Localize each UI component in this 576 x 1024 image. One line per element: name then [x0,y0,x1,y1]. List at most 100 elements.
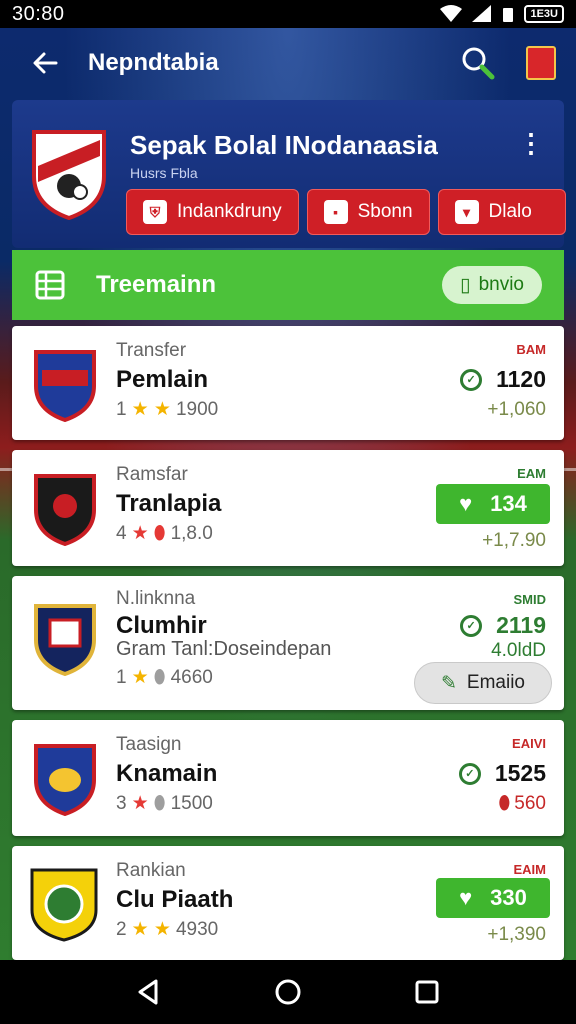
club-badge-icon[interactable] [526,46,556,80]
app-bar: Nepndtabia [0,28,576,98]
score-value: 1120 [496,366,546,392]
header-actions: ⛨ Indankdruny ▪ Sbonn ▾ Dlalo [126,189,566,235]
battery-indicator: 1E3U [524,5,564,23]
card-sub-value: 4.0ldD [491,640,546,661]
sub-value: 560 [514,793,546,814]
more-options-icon[interactable]: ⋮ [518,128,544,159]
list-item[interactable]: N.linknna Clumhir Gram Tanl:Doseindepan … [12,576,564,710]
club-logo-icon [34,474,96,546]
heart-icon: ♥ [459,885,473,910]
list-item[interactable]: Rankian Clu Piaath 2 ★ ★ 4930 EAIM ♥ 330… [12,846,564,960]
score-value: 134 [490,491,527,516]
cup-icon: ▾ [454,200,479,224]
home-nav-icon[interactable] [273,977,303,1007]
star-icon: ★ [131,523,149,544]
card-name: Pemlain [116,366,209,393]
score-pill[interactable]: ♥ 330 [436,878,550,918]
card-sub-value: ⬮ 560 [498,793,546,815]
card-name: Clu Piaath [116,886,234,913]
league-crest-icon [32,130,106,220]
card-sub-value: +1,7.90 [482,530,546,551]
star-icon: ★ ★ [131,919,171,940]
check-circle-icon: ✓ [458,762,481,785]
header-button-3[interactable]: ▾ Dlalo [437,189,566,235]
card-category: Ramsfar [116,464,188,485]
card-tag: EAIVI [512,736,546,751]
rating-count: 1 [116,666,127,688]
card-sub-value: +1,060 [487,399,546,420]
header-button-1[interactable]: ⛨ Indankdruny [126,189,299,235]
card-description: Gram Tanl:Doseindepan [116,638,332,660]
score-pill[interactable]: ♥ 134 [436,484,550,524]
card-category: Transfer [116,340,187,361]
header-button-label: Indankdruny [177,201,282,222]
card-score: ✓ 1120 [460,366,546,393]
search-icon[interactable] [458,43,498,83]
club-logo-icon [34,744,96,816]
club-logo-icon [30,868,98,942]
back-nav-icon[interactable] [134,977,164,1007]
card-category: N.linknna [116,588,196,609]
rating-value: 4660 [170,666,213,688]
rating-count: 4 [116,522,127,544]
card-name: Tranlapia [116,490,222,517]
card-sub-value: +1,390 [487,924,546,945]
check-circle-icon: ✓ [460,614,483,637]
email-button[interactable]: ✎ Emaiio [414,662,552,704]
card-tag: EAIM [513,862,547,877]
table-icon [35,270,65,300]
card-tag: SMID [513,592,547,607]
check-circle-icon: ✓ [460,368,483,391]
message-icon: ▪ [323,200,348,224]
list-item[interactable]: Ramsfar Tranlapia 4 ★ ⬮ 1,8.0 EAM ♥ 134 … [12,450,564,566]
score-value: 330 [490,885,527,910]
shield-icon: ⛨ [143,200,167,224]
card-category: Rankian [116,860,186,881]
back-arrow-icon[interactable] [20,48,70,78]
rating-value: 1,8.0 [170,522,213,544]
card-score: ✓ 2119 [460,612,546,639]
club-logo-icon [34,604,96,676]
card-rating: 1 ★ ★ 1900 [116,398,218,421]
card-rating: 3 ★ ⬮ 1500 [116,792,213,815]
card-rating: 2 ★ ★ 4930 [116,918,218,941]
email-button-label: Emaiio [466,672,525,693]
star-icon: ★ [131,793,149,814]
card-rating: 1 ★ ⬮ 4660 [116,666,213,689]
header-button-label: Dlalo [488,201,532,222]
rating-count: 1 [116,398,127,420]
heart-icon: ♥ [459,491,473,516]
app-title: Nepndtabia [88,49,219,76]
header-button-2[interactable]: ▪ Sbonn [306,189,430,235]
header-button-label: Sbonn [357,201,413,222]
recents-nav-icon[interactable] [412,977,442,1007]
league-subtitle: Husrs Fbla [130,165,198,181]
status-icons: 1E3U [440,5,564,23]
card-name: Clumhir [116,612,207,639]
rating-value: 1900 [175,398,219,420]
star-icon: ★ [131,667,149,688]
status-time: 30:80 [12,2,65,25]
list-item[interactable]: Transfer Pemlain 1 ★ ★ 1900 BAM ✓ 1120 +… [12,326,564,440]
section-title: Treemainn [96,271,217,298]
shield-small-icon: ⬮ [153,792,166,814]
card-name: Knamain [116,760,218,787]
sim-icon [503,8,514,22]
club-logo-icon [34,350,96,422]
status-bar: 30:80 1E3U [0,0,576,28]
rating-count: 2 [116,918,127,940]
league-title: Sepak Bolal INodanaasia [130,130,438,160]
list-item[interactable]: Taasign Knamain 3 ★ ⬮ 1500 EAIVI ✓ 1525 … [12,720,564,836]
rating-count: 3 [116,792,127,814]
section-header: Treemainn ▯ bnvio [12,250,564,320]
section-action-label: bnvio [478,274,524,295]
score-value: 2119 [496,612,546,638]
edit-icon: ✎ [441,672,457,694]
card-score: ✓ 1525 [458,760,546,787]
card-tag: EAM [517,466,546,481]
star-icon: ★ ★ [131,399,171,420]
shield-small-icon: ⬮ [153,522,166,544]
section-action-button[interactable]: ▯ bnvio [442,266,542,304]
rating-value: 4930 [175,918,219,940]
shield-small-icon: ⬮ [498,793,511,814]
